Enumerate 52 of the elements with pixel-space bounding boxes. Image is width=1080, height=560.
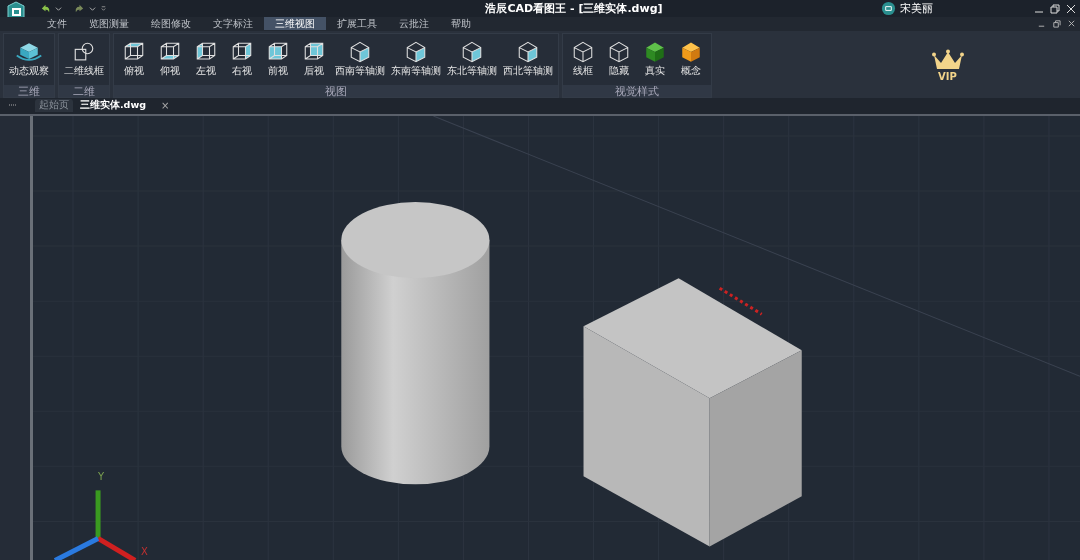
- menu-tab[interactable]: 三维视图: [264, 17, 326, 31]
- ribbon-button[interactable]: 俯视: [116, 33, 152, 86]
- restore-icon[interactable]: [1050, 3, 1060, 14]
- document-tab[interactable]: 三维实体.dwg: [76, 99, 150, 113]
- user-name[interactable]: 宋美丽: [900, 1, 1030, 16]
- ribbon-button[interactable]: 右视: [224, 33, 260, 86]
- menu-tab[interactable]: 文字标注: [202, 17, 264, 31]
- group-label: 三维: [4, 85, 54, 98]
- ribbon-button[interactable]: 线框: [565, 33, 601, 86]
- undo-icon[interactable]: [40, 3, 51, 14]
- menu-tab[interactable]: 绘图修改: [140, 17, 202, 31]
- x-axis-label: X: [141, 545, 148, 557]
- ribbon-button[interactable]: 仰视: [152, 33, 188, 86]
- ribbon-button[interactable]: 真实: [637, 33, 673, 86]
- document-tab[interactable]: 起始页: [35, 99, 73, 113]
- ribbon-button[interactable]: 后视: [296, 33, 332, 86]
- ribbon-button[interactable]: 西北等轴测: [500, 33, 556, 86]
- customize-icon[interactable]: [100, 5, 107, 12]
- dimension-mark: [718, 286, 763, 316]
- ribbon-button[interactable]: 东南等轴测: [388, 33, 444, 86]
- menu-tab[interactable]: 扩展工具: [326, 17, 388, 31]
- menu-tab[interactable]: 览图测量: [78, 17, 140, 31]
- grip-icon[interactable]: [8, 102, 18, 109]
- dropdown-icon[interactable]: [55, 5, 62, 12]
- menu-tab[interactable]: 帮助: [440, 17, 482, 31]
- ribbon-button[interactable]: 动态观察: [6, 33, 52, 86]
- crown-icon[interactable]: [930, 48, 965, 71]
- redo-icon[interactable]: [74, 3, 85, 14]
- dropdown-icon[interactable]: [89, 5, 96, 12]
- ribbon-button[interactable]: 东北等轴测: [444, 33, 500, 86]
- close-icon[interactable]: [1067, 19, 1076, 29]
- restore-icon[interactable]: [1052, 19, 1061, 29]
- ucs-axes-icon: [53, 489, 137, 560]
- close-tab-glyph[interactable]: ×: [161, 100, 170, 112]
- menu-tab[interactable]: 文件: [36, 17, 78, 31]
- user-avatar-icon[interactable]: [881, 1, 896, 16]
- ribbon-button[interactable]: 二维线框: [61, 33, 107, 86]
- window-title: 浩辰CAD看图王 - [三维实体.dwg]: [484, 1, 664, 16]
- ribbon-button[interactable]: 西南等轴测: [332, 33, 388, 86]
- group-label: 视觉样式: [563, 85, 711, 98]
- ribbon-button[interactable]: 前视: [260, 33, 296, 86]
- orbit-icon: [15, 40, 43, 63]
- y-axis-label: Y: [98, 470, 105, 482]
- drawing-canvas[interactable]: Y X: [33, 115, 1080, 560]
- menu-tab[interactable]: 云批注: [388, 17, 440, 31]
- vip-label[interactable]: VIP: [938, 70, 957, 82]
- group-label: 二维: [59, 85, 109, 98]
- group-label: 视图: [114, 85, 558, 98]
- ribbon-button[interactable]: 隐藏: [601, 33, 637, 86]
- ribbon-button[interactable]: 概念: [673, 33, 709, 86]
- ribbon-button[interactable]: 左视: [188, 33, 224, 86]
- close-icon[interactable]: [1066, 3, 1076, 14]
